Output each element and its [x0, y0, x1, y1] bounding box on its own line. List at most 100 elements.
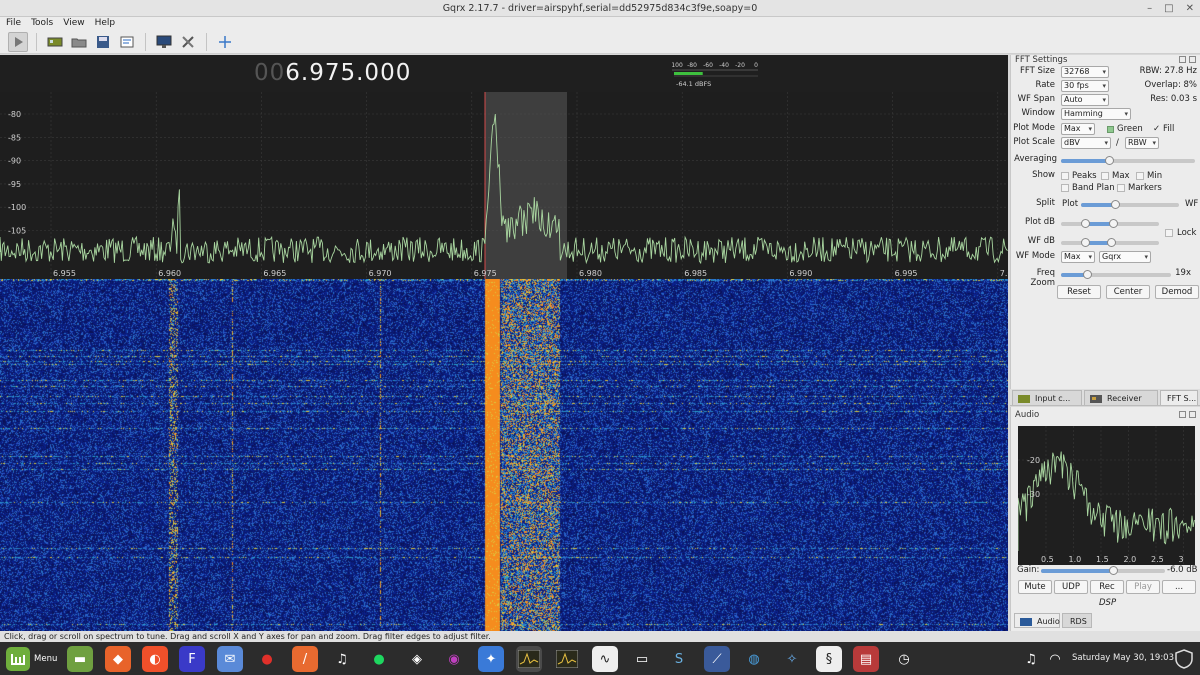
sdr-icon[interactable]: S [666, 646, 692, 672]
wf-db-range-slider[interactable] [1061, 238, 1159, 247]
strawberry-icon[interactable]: ● [254, 646, 280, 672]
plot-scale-select[interactable]: dBV [1061, 137, 1111, 149]
minimize-icon[interactable]: – [1147, 0, 1152, 17]
tab-rds[interactable]: RDS [1062, 613, 1092, 628]
fft-size-select[interactable]: 32768 [1061, 66, 1109, 78]
plot-mode-select[interactable]: Max [1061, 123, 1095, 135]
waveform-icon[interactable]: ∿ [592, 646, 618, 672]
start-menu-button[interactable]: Menu [4, 646, 60, 672]
sublime-icon[interactable]: / [292, 646, 318, 672]
wf-span-label: WF Span [1017, 94, 1055, 104]
mail-icon[interactable]: ✉ [217, 646, 243, 672]
radio-icon[interactable]: ▭ [629, 646, 655, 672]
radio-receiver-icon[interactable]: ▤ [853, 646, 879, 672]
wf-span-select[interactable]: Auto [1061, 94, 1109, 106]
more-audio-button[interactable]: ... [1162, 580, 1196, 594]
close-panel-icon[interactable] [1189, 56, 1196, 63]
gain-slider[interactable] [1041, 566, 1165, 575]
fill-checkmark[interactable]: ✓ [1153, 124, 1160, 134]
configure-button[interactable] [178, 32, 198, 52]
green-checkbox[interactable] [1107, 126, 1114, 133]
timer-icon[interactable]: ◷ [891, 646, 917, 672]
plot-db-range-slider[interactable] [1061, 219, 1159, 228]
show-label: Show [1032, 170, 1055, 180]
opera-icon[interactable]: ◐ [142, 646, 168, 672]
dock-tabs: Input c... Receiver O... FFT S... [1010, 389, 1200, 418]
screenshot-button[interactable] [154, 32, 174, 52]
fft-settings-panel: FFT Settings FFT Size 32768 RBW: 27.8 Hz… [1010, 55, 1200, 389]
peaks-checkbox[interactable] [1061, 172, 1069, 180]
menu-help[interactable]: Help [95, 17, 116, 30]
save-settings-button[interactable] [93, 32, 113, 52]
spotify-icon[interactable]: ● [366, 646, 392, 672]
wf-palette-select[interactable]: Gqrx [1099, 251, 1151, 263]
files-icon[interactable]: ▬ [67, 646, 93, 672]
music-notes-icon[interactable]: ♫ [329, 646, 355, 672]
meter-tick-label: -60 [703, 62, 713, 69]
diamond-icon[interactable]: ◈ [404, 646, 430, 672]
waterfall-plot[interactable] [0, 279, 1008, 631]
menu-view[interactable]: View [63, 17, 84, 30]
udp-button[interactable]: UDP [1054, 580, 1088, 594]
maximize-icon[interactable]: □ [1164, 0, 1173, 17]
gqrx-task-icon[interactable] [516, 646, 542, 672]
spectrum-x-tick: 6.960 [158, 269, 181, 278]
compass-icon[interactable]: ✧ [779, 646, 805, 672]
wifi-tray-icon[interactable]: ◠ [1046, 646, 1064, 672]
min-checkbox[interactable] [1136, 172, 1144, 180]
spectrum-x-tick: 6.975 [474, 269, 497, 278]
freq-zoom-slider[interactable] [1061, 270, 1171, 279]
split-slider[interactable] [1081, 200, 1179, 209]
fullscreen-button[interactable] [215, 32, 235, 52]
split-label: Split [1036, 198, 1055, 208]
float-icon[interactable] [1179, 411, 1186, 418]
oscilloscope-icon [518, 650, 540, 668]
io-devices-button[interactable] [45, 32, 65, 52]
play-button[interactable]: Play [1126, 580, 1160, 594]
reset-button[interactable]: Reset [1057, 285, 1101, 299]
close-icon[interactable]: ✕ [1186, 0, 1194, 17]
tab-receiver-options[interactable]: Receiver O... [1084, 390, 1158, 418]
shield-icon[interactable] [1172, 646, 1196, 672]
meter-readout: -64.1 dBFS [676, 80, 711, 88]
tab-input-controls[interactable]: Input c... [1012, 390, 1082, 405]
fastmail-icon[interactable]: F [179, 646, 205, 672]
open-settings-button[interactable] [69, 32, 89, 52]
float-icon[interactable] [1179, 56, 1186, 63]
audio-fft-plot[interactable]: -20 -30 0.5 1.0 1.5 2.0 2.5 3 [1018, 426, 1195, 565]
main-plot-area: 006.975.000 -100 -80 -60 -40 -20 0 -64.1 dBFS… [0, 55, 1008, 631]
tab-fft-settings[interactable]: FFT S... [1160, 390, 1198, 405]
globe-icon[interactable]: ◍ [741, 646, 767, 672]
menu-file[interactable]: File [6, 17, 21, 30]
tools-icon [182, 35, 194, 48]
rbw-unit-select[interactable]: RBW [1125, 137, 1159, 149]
remote-control-button[interactable] [117, 32, 137, 52]
rate-select[interactable]: 30 fps [1061, 80, 1109, 92]
demod-button[interactable]: Demod [1155, 285, 1199, 299]
spectrum-plot[interactable]: -80 -85 -90 -95 -100 -105 6.955 6.960 6.965 6.97… [0, 92, 1008, 279]
satellite-icon[interactable]: ⟋ [704, 646, 730, 672]
close-panel-icon[interactable] [1189, 411, 1196, 418]
bandplan-checkbox[interactable] [1061, 184, 1069, 192]
markers-checkbox[interactable] [1117, 184, 1125, 192]
gqrx-task-icon-2[interactable] [554, 646, 580, 672]
disc-icon[interactable]: ◉ [441, 646, 467, 672]
brave-icon[interactable]: ◆ [105, 646, 131, 672]
averaging-slider[interactable] [1061, 156, 1195, 165]
clock[interactable]: Saturday May 30, 19:03 [1072, 642, 1174, 675]
weather-icon[interactable]: ✦ [478, 646, 504, 672]
rec-button[interactable]: Rec [1090, 580, 1124, 594]
center-button[interactable]: Center [1106, 285, 1150, 299]
bandplan-label: Band Plan [1072, 183, 1115, 193]
menu-tools[interactable]: Tools [31, 17, 53, 30]
max-checkbox[interactable] [1101, 172, 1109, 180]
start-dsp-button[interactable] [8, 31, 28, 52]
freq-zoom-label: Freq Zoom [1030, 268, 1055, 288]
wf-mode-select[interactable]: Max [1061, 251, 1095, 263]
window-select[interactable]: Hamming [1061, 108, 1131, 120]
mute-button[interactable]: Mute [1018, 580, 1052, 594]
frequency-display[interactable]: 006.975.000 [254, 60, 411, 86]
sound-tray-icon[interactable]: ♫ [1022, 646, 1040, 672]
tab-audio[interactable]: Audio [1014, 613, 1060, 628]
bluetooth-icon[interactable]: § [816, 646, 842, 672]
